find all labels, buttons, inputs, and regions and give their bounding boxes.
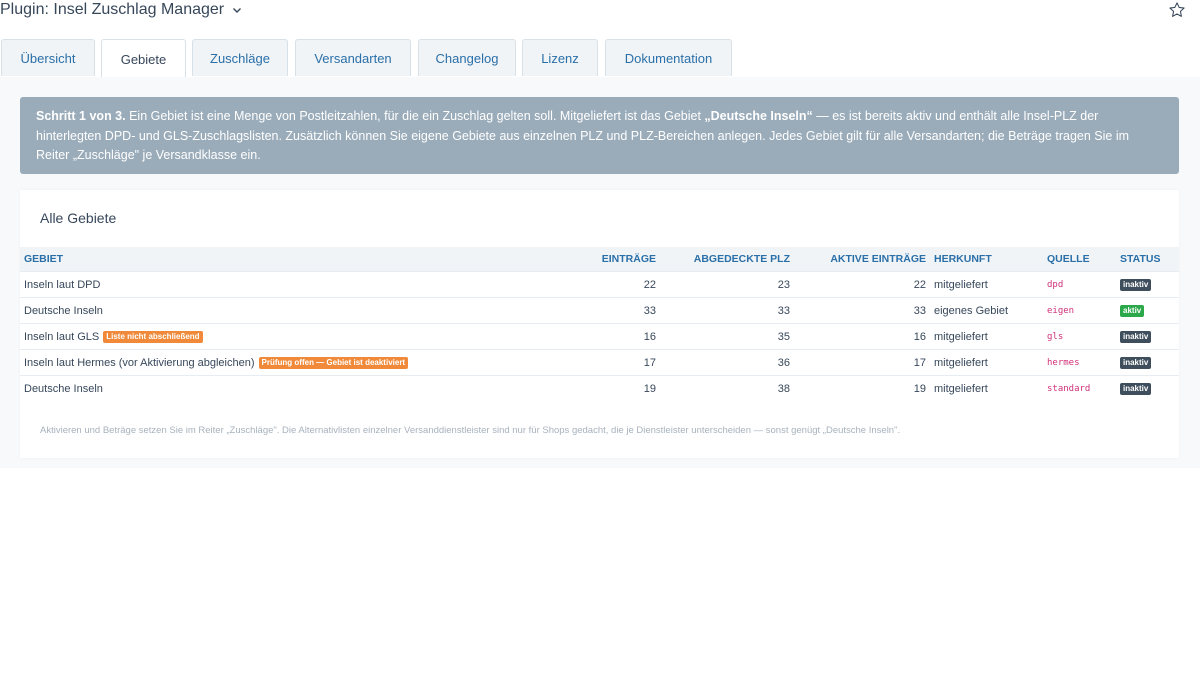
cell-herkunft: eigenes Gebiet	[930, 297, 1043, 324]
table-row[interactable]: Inseln laut DPD 22 23 22 mitgeliefert dp…	[20, 271, 1179, 298]
cell-herkunft: mitgeliefert	[930, 375, 1043, 401]
cell-aktive: 19	[794, 375, 930, 401]
cell-eintraege: 22	[580, 271, 660, 298]
tab-bar: Übersicht Gebiete Zuschläge Versandarten…	[0, 39, 1200, 78]
table-row[interactable]: Deutsche Inseln 33 33 33 eigenes Gebiet …	[20, 297, 1179, 324]
tab-lizenz[interactable]: Lizenz	[522, 39, 598, 76]
area-name[interactable]: Inseln laut DPD	[24, 279, 100, 291]
cell-plz: 35	[660, 323, 794, 350]
area-name[interactable]: Deutsche Inseln	[24, 305, 103, 317]
table-header-row: GEBIET EINTRÄGE ABGEDECKTE PLZ AKTIVE EI…	[20, 247, 1179, 272]
cell-quelle: eigen	[1043, 297, 1116, 324]
cell-quelle: dpd	[1043, 271, 1116, 298]
cell-quelle: hermes	[1043, 349, 1116, 376]
top-bar: Plugin: Insel Zuschlag Manager	[0, 0, 1200, 24]
cell-quelle: standard	[1043, 375, 1116, 401]
cell-plz: 23	[660, 271, 794, 298]
footnote: Aktivieren und Beträge setzen Sie im Rei…	[40, 425, 901, 436]
cell-eintraege: 17	[580, 349, 660, 376]
card-title: Alle Gebiete	[40, 210, 117, 226]
tab-gebiete[interactable]: Gebiete	[101, 39, 186, 78]
cell-aktive: 33	[794, 297, 930, 324]
chevron-down-icon	[233, 8, 242, 13]
cell-aktive: 22	[794, 271, 930, 298]
star-icon[interactable]	[1168, 1, 1186, 19]
col-aktive-eintraege[interactable]: AKTIVE EINTRÄGE	[794, 247, 930, 272]
areas-card: Alle Gebiete GEBIET EINTRÄGE ABGEDECKTE …	[20, 190, 1179, 458]
table-row[interactable]: Inseln laut Hermes (vor Aktivierung abgl…	[20, 349, 1179, 376]
cell-quelle: gls	[1043, 323, 1116, 350]
areas-table: GEBIET EINTRÄGE ABGEDECKTE PLZ AKTIVE EI…	[20, 247, 1179, 401]
tab-versandarten[interactable]: Versandarten	[295, 39, 411, 76]
col-abgedeckte-plz[interactable]: ABGEDECKTE PLZ	[660, 247, 794, 272]
status-badge: inaktiv	[1120, 278, 1152, 291]
table-row[interactable]: Deutsche Inseln 19 38 19 mitgeliefert st…	[20, 375, 1179, 401]
cell-eintraege: 19	[580, 375, 660, 401]
cell-herkunft: mitgeliefert	[930, 349, 1043, 376]
cell-aktive: 17	[794, 349, 930, 376]
col-eintraege[interactable]: EINTRÄGE	[580, 247, 660, 272]
tab-content: Schritt 1 von 3. Ein Gebiet ist eine Men…	[0, 77, 1200, 468]
cell-plz: 36	[660, 349, 794, 376]
notice-step: Schritt 1 von 3.	[36, 109, 126, 123]
tab-zuschlaege[interactable]: Zuschläge	[192, 39, 288, 76]
warning-badge: Prüfung offen — Gebiet ist deaktiviert	[258, 356, 409, 369]
status-badge: inaktiv	[1120, 382, 1152, 395]
col-quelle[interactable]: QUELLE	[1043, 247, 1116, 272]
area-name[interactable]: Deutsche Inseln	[24, 383, 103, 395]
page-title: Plugin: Insel Zuschlag Manager	[0, 1, 225, 18]
table-row[interactable]: Inseln laut GLS Liste nicht abschließend …	[20, 323, 1179, 350]
cell-plz: 38	[660, 375, 794, 401]
status-badge: inaktiv	[1120, 330, 1152, 343]
col-herkunft[interactable]: HERKUNFT	[930, 247, 1043, 272]
status-badge: aktiv	[1120, 304, 1145, 317]
cell-herkunft: mitgeliefert	[930, 323, 1043, 350]
cell-herkunft: mitgeliefert	[930, 271, 1043, 298]
cell-aktive: 16	[794, 323, 930, 350]
col-gebiet[interactable]: GEBIET	[20, 247, 580, 272]
tab-changelog[interactable]: Changelog	[418, 39, 516, 76]
notice-highlight: „Deutsche Inseln“	[704, 109, 813, 123]
cell-plz: 33	[660, 297, 794, 324]
cell-eintraege: 16	[580, 323, 660, 350]
notice-text-a: Ein Gebiet ist eine Menge von Postleitza…	[125, 109, 705, 123]
cell-eintraege: 33	[580, 297, 660, 324]
plugin-title-dropdown[interactable]: Plugin: Insel Zuschlag Manager	[0, 1, 242, 19]
warning-badge: Liste nicht abschließend	[103, 330, 203, 343]
info-notice: Schritt 1 von 3. Ein Gebiet ist eine Men…	[20, 97, 1179, 174]
status-badge: inaktiv	[1120, 356, 1152, 369]
area-name[interactable]: Inseln laut GLS	[24, 331, 99, 343]
tab-dokumentation[interactable]: Dokumentation	[605, 39, 732, 76]
col-status[interactable]: STATUS	[1116, 247, 1179, 272]
tab-uebersicht[interactable]: Übersicht	[1, 39, 95, 76]
area-name[interactable]: Inseln laut Hermes (vor Aktivierung abgl…	[24, 357, 255, 369]
